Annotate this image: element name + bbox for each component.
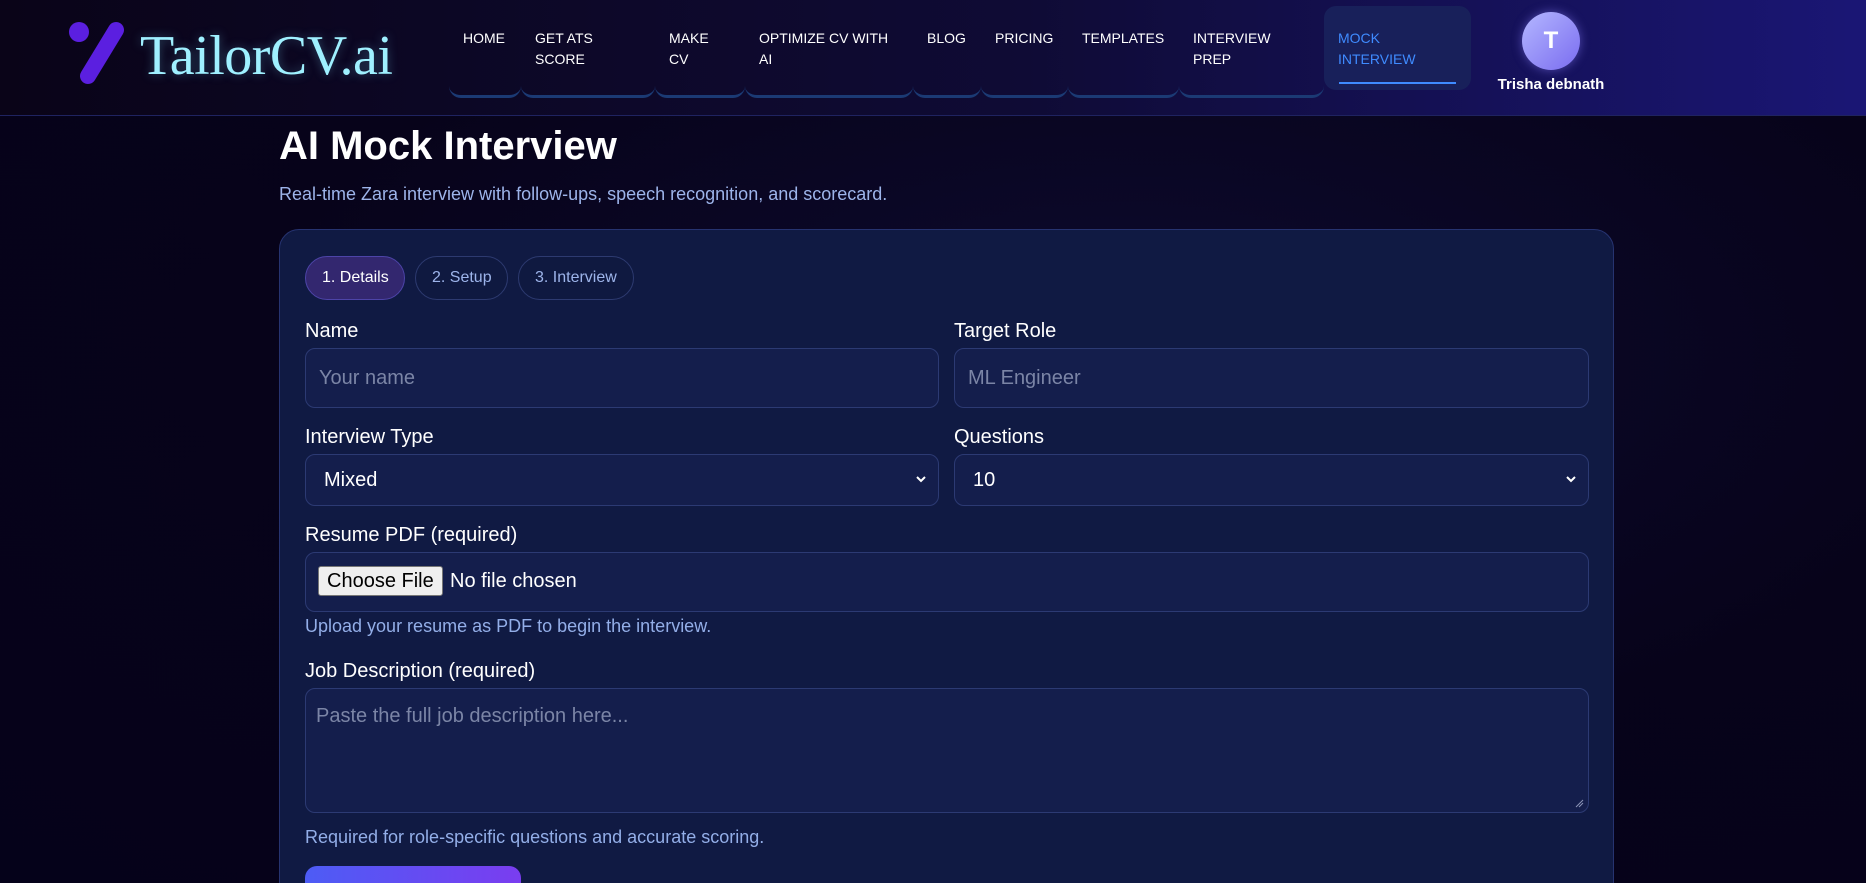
questions-select[interactable]: 10	[954, 454, 1589, 506]
nav-item-make-cv[interactable]: MAKE CV	[655, 16, 745, 98]
nav-item-label: TEMPLATES	[1082, 30, 1165, 46]
top-header: TailorCV.ai HOME GET ATS SCORE MAKE CV O…	[0, 0, 1866, 116]
questions-value: 10	[973, 469, 996, 491]
name-input[interactable]: Your name	[305, 348, 939, 408]
interview-type-label: Interview Type	[305, 426, 434, 448]
nav-item-label: PRICING	[995, 30, 1054, 46]
user-name: Trisha debnath	[1497, 76, 1605, 93]
resume-hint: Upload your resume as PDF to begin the i…	[305, 616, 712, 636]
active-nav-underline	[1339, 82, 1456, 84]
job-description-placeholder: Paste the full job description here...	[316, 705, 629, 727]
nav-item-home[interactable]: HOME	[449, 16, 521, 98]
nav-item-get-ats-score[interactable]: GET ATS SCORE	[521, 16, 655, 98]
job-description-label: Job Description (required)	[305, 660, 536, 682]
slash-logo-icon	[69, 22, 124, 84]
step-tab-interview[interactable]: 3. Interview	[518, 256, 634, 300]
target-role-placeholder: ML Engineer	[968, 367, 1081, 389]
nav-item-label: HOME	[463, 30, 505, 46]
nav-item-label: GET ATS SCORE	[535, 30, 593, 67]
target-role-label: Target Role	[954, 320, 1057, 342]
page-title: AI Mock Interview	[279, 124, 617, 168]
interview-type-select[interactable]: Mixed	[305, 454, 939, 506]
interview-type-value: Mixed	[324, 469, 378, 491]
job-description-hint: Required for role-specific questions and…	[305, 827, 765, 847]
nav-item-pricing[interactable]: PRICING	[981, 16, 1068, 98]
nav-item-label: OPTIMIZE CV WITH AI	[759, 30, 889, 67]
nav-item-mock-interview[interactable]: MOCK INTERVIEW	[1324, 6, 1471, 90]
chevron-down-icon	[916, 476, 926, 483]
step-label: 3. Interview	[535, 269, 617, 286]
avatar[interactable]: T	[1522, 12, 1580, 70]
resize-handle-icon[interactable]	[1574, 798, 1584, 808]
continue-button[interactable]	[305, 866, 521, 883]
nav-item-label: BLOG	[927, 30, 966, 46]
step-tab-setup[interactable]: 2. Setup	[415, 256, 508, 300]
name-label: Name	[305, 320, 359, 342]
page-subtitle: Real-time Zara interview with follow-ups…	[279, 184, 888, 204]
choose-file-button[interactable]: Choose File	[318, 566, 443, 596]
target-role-input[interactable]: ML Engineer	[954, 348, 1589, 408]
step-label: 2. Setup	[432, 269, 492, 286]
step-tab-details[interactable]: 1. Details	[305, 256, 405, 300]
nav-item-label: MOCK INTERVIEW	[1338, 30, 1416, 67]
nav-item-optimize-cv[interactable]: OPTIMIZE CV WITH AI	[745, 16, 913, 98]
brand-logo[interactable]: TailorCV.ai	[68, 16, 393, 87]
interview-setup-card: 1. Details 2. Setup 3. Interview Name Yo…	[279, 229, 1614, 883]
name-placeholder: Your name	[319, 367, 415, 389]
resume-file-input[interactable]: Choose File No file chosen	[305, 552, 1589, 612]
nav-item-blog[interactable]: BLOG	[913, 16, 981, 98]
user-profile[interactable]: T Trisha debnath	[1492, 12, 1610, 96]
nav-item-label: INTERVIEW PREP	[1193, 30, 1271, 67]
file-status: No file chosen	[450, 570, 577, 592]
questions-label: Questions	[954, 426, 1045, 448]
resume-label: Resume PDF (required)	[305, 524, 518, 546]
job-description-textarea[interactable]: Paste the full job description here...	[305, 688, 1589, 813]
nav-item-templates[interactable]: TEMPLATES	[1068, 16, 1179, 98]
nav-item-interview-prep[interactable]: INTERVIEW PREP	[1179, 16, 1324, 98]
brand-name: TailorCV.ai	[140, 25, 393, 87]
nav-item-label: MAKE CV	[669, 30, 709, 67]
step-label: 1. Details	[322, 269, 389, 286]
chevron-down-icon	[1566, 476, 1576, 483]
